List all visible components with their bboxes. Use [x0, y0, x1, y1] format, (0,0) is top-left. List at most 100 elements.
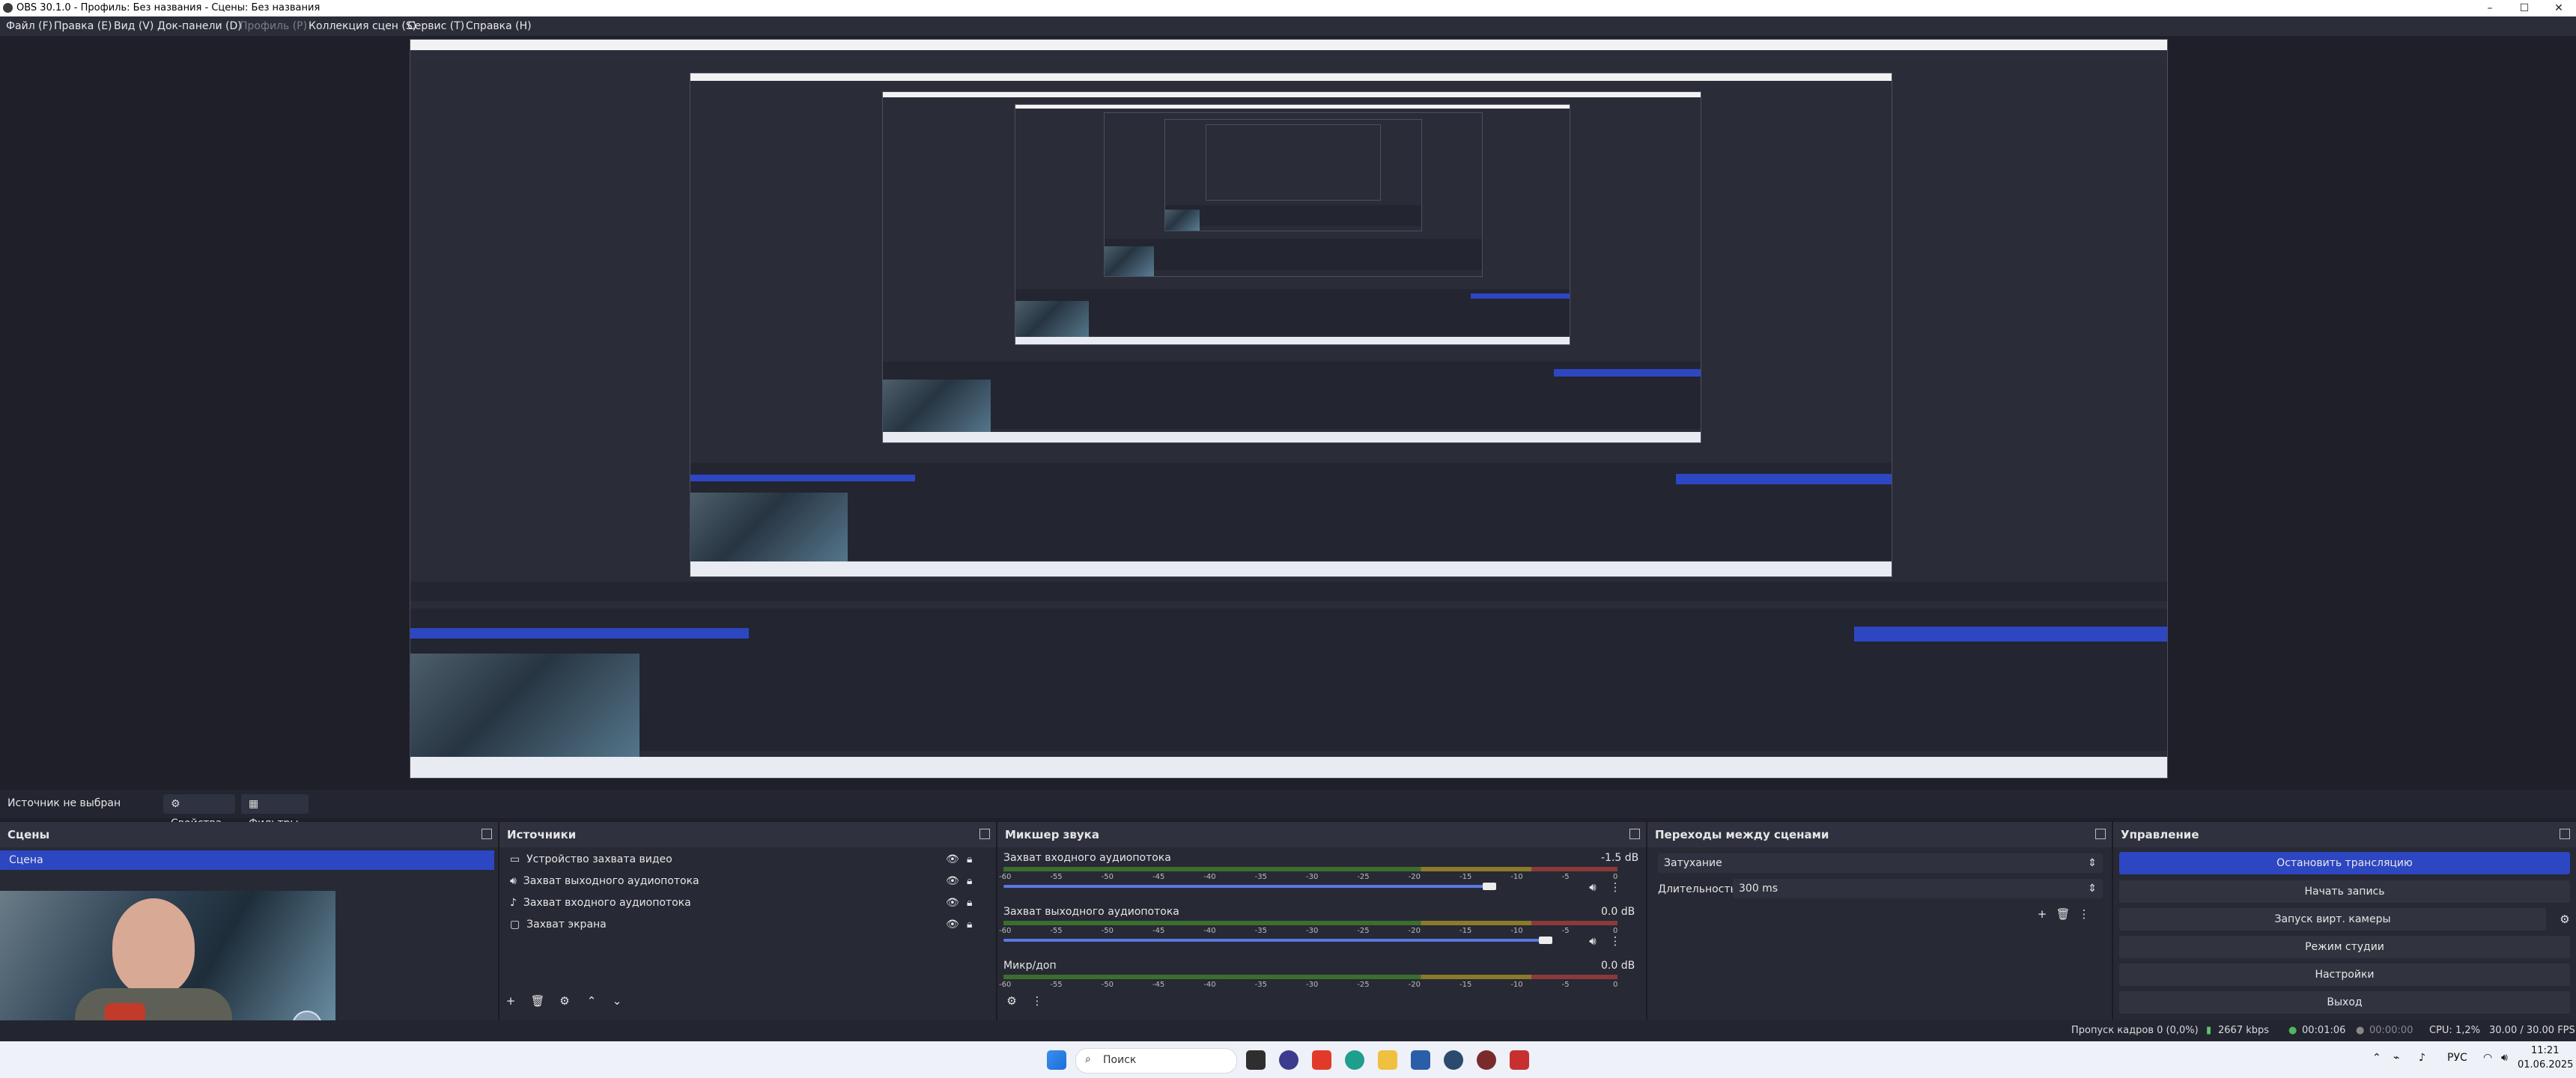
volume-slider[interactable] — [1003, 885, 1489, 888]
edge-icon[interactable] — [1345, 1050, 1364, 1070]
menu-view[interactable]: Вид (V) — [114, 20, 154, 32]
visibility-eye-icon[interactable]: 👁︎ — [946, 919, 959, 931]
preview-canvas[interactable] — [0, 36, 2576, 786]
menu-tools[interactable]: Сервис (T) — [407, 20, 464, 32]
meter-scale-label: -55 — [1050, 873, 1063, 881]
mute-speaker-icon[interactable]: 🔊︎ — [1583, 931, 1603, 951]
properties-button[interactable]: ⚙ Свойства — [163, 794, 235, 829]
visibility-eye-icon[interactable]: 👁︎ — [946, 853, 959, 865]
visibility-eye-icon[interactable]: 👁︎ — [946, 875, 959, 887]
transition-menu-icon[interactable]: ⋮ — [2074, 904, 2094, 924]
lock-icon[interactable]: 🔒︎ — [967, 897, 972, 909]
keyboard-language[interactable]: РУС — [2447, 1052, 2467, 1064]
lock-icon[interactable]: 🔒︎ — [967, 853, 972, 865]
menu-edit[interactable]: Правка (E) — [54, 20, 112, 32]
filter-icon: ▦ — [249, 798, 259, 810]
nested-docks-5 — [1105, 239, 1482, 270]
source-label: Захват экрана — [526, 919, 607, 931]
studio-mode-button[interactable]: Режим студии — [2119, 936, 2570, 958]
nested-title-bar-3 — [883, 92, 1701, 97]
window-title: OBS 30.1.0 - Профиль: Без названия - Сце… — [16, 2, 321, 13]
remove-transition-icon[interactable]: 🗑︎ — [2053, 904, 2073, 924]
undock-icon[interactable] — [2560, 829, 2570, 839]
virtual-camera-gear-icon[interactable]: ⚙ — [2555, 910, 2575, 929]
meter-scale-label: -15 — [1459, 927, 1472, 935]
source-item-input-audio[interactable]: ♪ Захват входного аудиопотока — [510, 897, 691, 909]
transition-select[interactable]: Затухание ⇕ — [1658, 853, 2103, 873]
duration-value: 300 ms — [1739, 883, 1778, 895]
meter-scale-label: -25 — [1357, 873, 1370, 881]
remove-source-icon[interactable]: 🗑︎ — [528, 991, 547, 1011]
menu-help[interactable]: Справка (H) — [466, 20, 532, 32]
filters-button[interactable]: ▦ Фильтры — [241, 794, 309, 829]
menu-profile[interactable]: Профиль (P) — [240, 20, 307, 32]
fps: 30.00 / 30.00 FPS — [2489, 1025, 2575, 1036]
steam-icon[interactable] — [1444, 1050, 1463, 1070]
record-time: 00:00:00 — [2369, 1025, 2414, 1036]
volume-meter — [1003, 867, 1617, 871]
volume-slider-thumb[interactable] — [1482, 883, 1496, 890]
source-item-screen[interactable]: ▢ Захват экрана — [510, 919, 607, 931]
meter-scale-label: -35 — [1254, 927, 1267, 935]
mixer-settings-gear-icon[interactable]: ⚙ — [1002, 991, 1021, 1011]
lock-icon[interactable]: 🔒︎ — [967, 875, 972, 887]
obs-taskbar-icon[interactable] — [1279, 1050, 1298, 1070]
tray-chevron-icon[interactable]: ⌃ — [2372, 1052, 2381, 1064]
menu-docks[interactable]: Док-панели (D) — [157, 20, 242, 32]
undock-icon[interactable] — [2095, 829, 2106, 839]
scene-item[interactable]: Сцена — [0, 850, 494, 870]
status-bar: Пропуск кадров 0 (0,0%) ▮ 2667 kbps ● 00… — [0, 1020, 2576, 1041]
minimize-button[interactable]: – — [2473, 0, 2507, 16]
duration-input[interactable]: 300 ms ⇕ — [1733, 879, 2103, 898]
lock-icon[interactable]: 🔒︎ — [967, 919, 972, 931]
source-label: Захват выходного аудиопотока — [523, 875, 699, 887]
mixer-menu-icon[interactable]: ⋮ — [1027, 991, 1047, 1011]
move-up-icon[interactable]: ⌃ — [582, 991, 601, 1011]
exit-button[interactable]: Выход — [2119, 991, 2570, 1014]
close-button[interactable]: ✕ — [2542, 0, 2576, 16]
meter-scale-label: -35 — [1254, 981, 1267, 989]
undock-icon[interactable] — [482, 829, 492, 839]
undock-icon[interactable] — [979, 829, 990, 839]
file-explorer-icon[interactable] — [1378, 1050, 1397, 1070]
windows-start-icon[interactable] — [1047, 1050, 1066, 1070]
transitions-dock: Переходы между сценами Затухание ⇕ Длите… — [1647, 822, 2113, 1041]
meter-scale-label: -25 — [1357, 927, 1370, 935]
taskbar-search[interactable]: ⌕ Поиск — [1075, 1048, 1237, 1074]
store-icon[interactable] — [1411, 1050, 1430, 1070]
app-icon[interactable] — [1477, 1050, 1496, 1070]
nested-scene-selected — [410, 628, 749, 639]
meter-scale-label: -15 — [1459, 981, 1472, 989]
volume-slider[interactable] — [1003, 939, 1546, 942]
settings-button[interactable]: Настройки — [2119, 963, 2570, 986]
source-settings-gear-icon[interactable]: ⚙ — [555, 991, 574, 1011]
stop-stream-button[interactable]: Остановить трансляцию — [2119, 852, 2570, 874]
app-icon-2[interactable] — [1510, 1050, 1529, 1070]
add-source-icon[interactable]: + — [501, 991, 520, 1011]
virtual-camera-button[interactable]: Запуск вирт. камеры — [2119, 908, 2546, 931]
volume-meter — [1003, 921, 1617, 925]
add-transition-icon[interactable]: + — [2032, 904, 2052, 924]
task-view-icon[interactable] — [1246, 1050, 1266, 1070]
nested-webcam-6 — [1165, 210, 1200, 231]
meter-scale-label: -10 — [1510, 981, 1523, 989]
yandex-browser-icon[interactable] — [1312, 1050, 1331, 1070]
source-item-video[interactable]: ▭ Устройство захвата видео — [510, 853, 672, 865]
visibility-eye-icon[interactable]: 👁︎ — [946, 897, 959, 909]
undock-icon[interactable] — [1629, 829, 1640, 839]
move-down-icon[interactable]: ⌄ — [607, 991, 627, 1011]
meter-scale-label: -55 — [1050, 981, 1063, 989]
nested-obs-window-7 — [1206, 124, 1381, 201]
channel-menu-icon[interactable]: ⋮ — [1606, 877, 1625, 897]
meter-scale-label: -45 — [1152, 873, 1165, 881]
mute-speaker-icon[interactable]: 🔊︎ — [1583, 877, 1603, 897]
source-item-output-audio[interactable]: 🔊︎ Захват выходного аудиопотока — [510, 875, 699, 887]
channel-menu-icon[interactable]: ⋮ — [1606, 931, 1625, 951]
windows-taskbar: ⌕ Поиск ⌃ ⌁ ♪ РУС ◠ 🔊︎ 11:21 01.06.2025 — [0, 1041, 2576, 1078]
menu-file[interactable]: Файл (F) — [6, 20, 52, 32]
maximize-button[interactable]: ☐ — [2507, 0, 2542, 16]
mixer-channel-name: Микр/доп — [1003, 960, 1057, 972]
volume-slider-thumb[interactable] — [1539, 937, 1553, 944]
menu-scene-collection[interactable]: Коллекция сцен (S) — [309, 20, 416, 32]
start-record-button[interactable]: Начать запись — [2119, 880, 2570, 903]
